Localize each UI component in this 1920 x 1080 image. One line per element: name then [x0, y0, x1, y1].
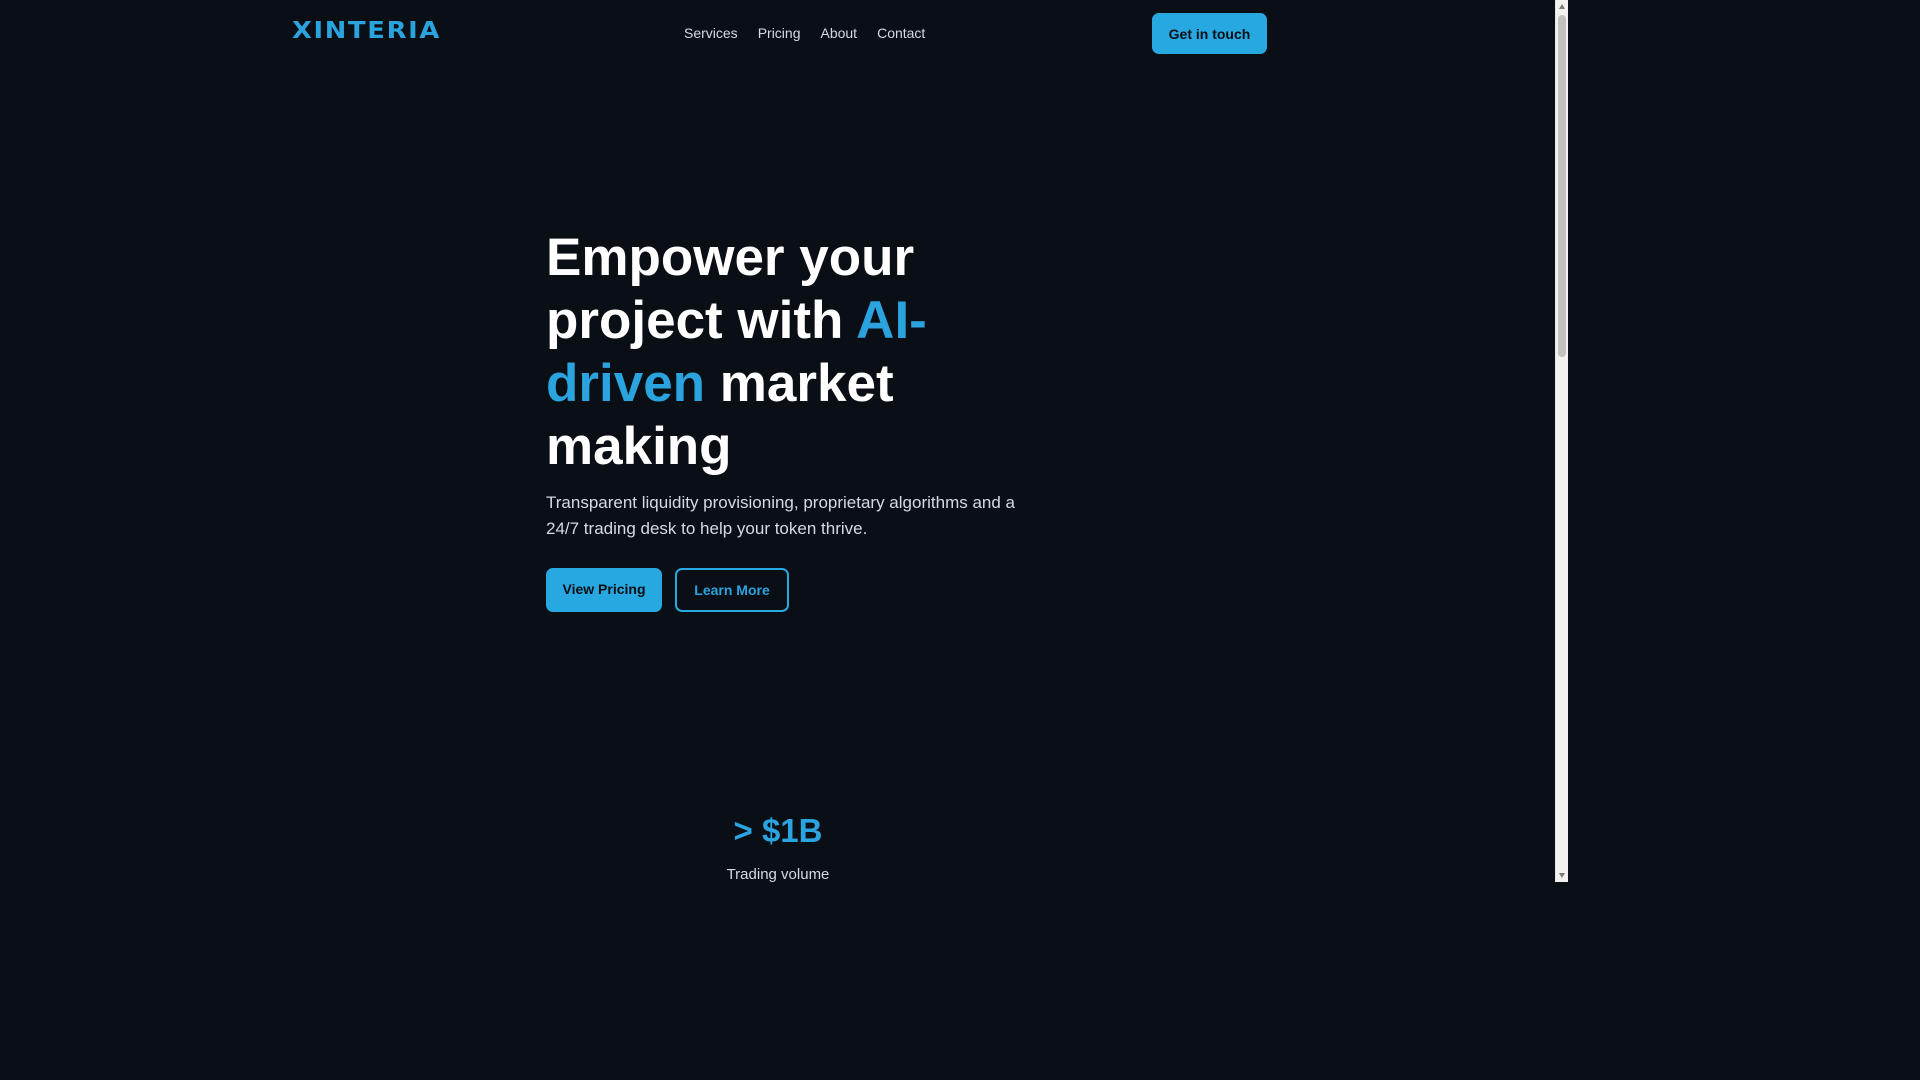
stat-label: Trading volume	[726, 866, 830, 883]
landing-page: XINTERIA Services Pricing About Contact …	[0, 0, 1555, 883]
hero-title: Empower your project with AI-driven mark…	[546, 226, 1016, 478]
learn-more-button[interactable]: Learn More	[675, 568, 789, 612]
nav-link-services[interactable]: Services	[684, 24, 738, 42]
scroll-down-arrow-icon[interactable]	[1559, 873, 1565, 878]
get-in-touch-button[interactable]: Get in touch	[1152, 13, 1267, 54]
nav-link-pricing[interactable]: Pricing	[758, 24, 801, 42]
view-pricing-button[interactable]: View Pricing	[546, 568, 662, 612]
main-nav: Services Pricing About Contact	[684, 24, 925, 42]
brand-logo[interactable]: XINTERIA	[292, 19, 441, 43]
scrollbar-thumb[interactable]	[1558, 15, 1566, 357]
stat-value: > $1B	[733, 812, 823, 849]
vertical-scrollbar[interactable]	[1555, 0, 1568, 882]
scroll-up-arrow-icon[interactable]	[1559, 4, 1565, 9]
nav-link-contact[interactable]: Contact	[877, 24, 925, 42]
nav-link-about[interactable]: About	[820, 24, 857, 42]
hero-subtitle: Transparent liquidity provisioning, prop…	[546, 493, 1015, 538]
